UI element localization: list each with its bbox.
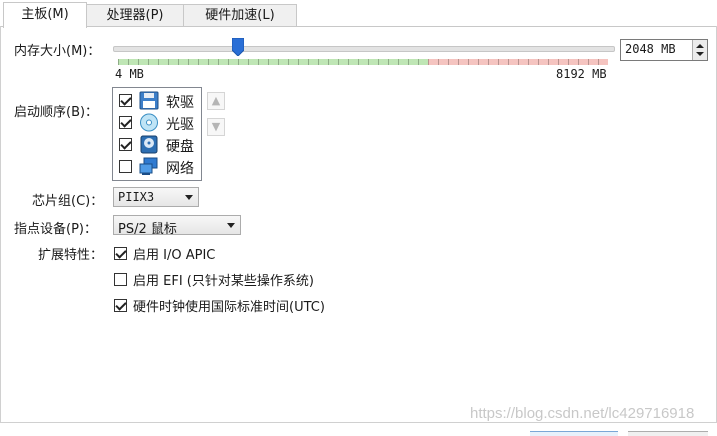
cancel-button[interactable] [628, 431, 708, 436]
ok-button[interactable] [530, 431, 618, 436]
move-down-button[interactable]: ▼ [207, 118, 225, 136]
pointing-device-select[interactable]: PS/2 鼠标 [113, 215, 241, 237]
memory-max-label: 8192 MB [556, 67, 607, 81]
arrow-down-icon: ▼ [211, 120, 221, 133]
floppy-icon [139, 91, 159, 110]
chipset-value: PIIX3 [118, 190, 155, 204]
memory-label: 内存大小(M)： [14, 44, 101, 59]
pointing-device-label: 指点设备(P)： [14, 222, 97, 237]
chipset-label: 芯片组(C)： [32, 194, 104, 209]
chipset-select[interactable]: PIIX3 [113, 187, 199, 207]
tab-acceleration[interactable]: 硬件加速(L) [183, 4, 297, 27]
spin-down-icon [696, 52, 704, 56]
pointing-device-value: PS/2 鼠标 [118, 222, 177, 237]
boot-hdd-checkbox[interactable] [119, 138, 132, 151]
network-icon [139, 157, 158, 175]
chevron-down-icon [227, 223, 235, 228]
option-io-apic[interactable]: 启用 I/O APIC [114, 244, 215, 263]
tab-motherboard[interactable]: 主板(M) [3, 2, 87, 28]
boot-floppy-label: 软驱 [166, 95, 194, 111]
extended-features-label: 扩展特性： [38, 248, 104, 263]
hard-disk-icon [140, 135, 158, 154]
boot-order-label: 启动顺序(B)： [14, 105, 99, 120]
memory-value: 2048 MB [625, 42, 676, 56]
tab-bar: 主板(M) 处理器(P) 硬件加速(L) [0, 0, 717, 28]
utc-clock-checkbox[interactable] [114, 299, 127, 312]
move-up-button[interactable]: ▲ [207, 92, 225, 110]
utc-clock-label: 硬件时钟使用国际标准时间(UTC) [133, 300, 325, 315]
memory-slider-thumb[interactable] [231, 38, 244, 56]
spin-up-icon [696, 44, 704, 48]
boot-network-label: 网络 [166, 161, 194, 177]
io-apic-label: 启用 I/O APIC [133, 248, 216, 263]
boot-network-checkbox[interactable] [119, 160, 132, 173]
option-utc-clock[interactable]: 硬件时钟使用国际标准时间(UTC) [114, 296, 325, 315]
option-efi[interactable]: 启用 EFI (只针对某些操作系统) [114, 270, 314, 289]
boot-optical-checkbox[interactable] [119, 116, 132, 129]
io-apic-checkbox[interactable] [114, 247, 127, 260]
tab-processor[interactable]: 处理器(P) [86, 4, 184, 27]
memory-min-label: 4 MB [115, 67, 144, 81]
memory-slider[interactable] [113, 46, 615, 52]
efi-label: 启用 EFI (只针对某些操作系统) [133, 274, 314, 289]
efi-checkbox[interactable] [114, 273, 127, 286]
boot-order-list: 软驱 光驱 硬盘 网络 [112, 87, 202, 181]
boot-hdd-label: 硬盘 [166, 139, 194, 155]
optical-disc-icon [140, 113, 158, 132]
memory-scale-ticks [118, 59, 608, 65]
memory-spinbox[interactable]: 2048 MB [620, 39, 708, 61]
boot-item-network[interactable]: 网络 [113, 156, 201, 177]
arrow-up-icon: ▲ [211, 94, 221, 107]
boot-floppy-checkbox[interactable] [119, 94, 132, 107]
settings-panel [0, 26, 717, 423]
boot-optical-label: 光驱 [166, 117, 194, 133]
boot-item-floppy[interactable]: 软驱 [113, 90, 201, 111]
boot-item-hdd[interactable]: 硬盘 [113, 134, 201, 155]
watermark: https://blog.csdn.net/lc429716918 [470, 405, 695, 422]
boot-item-optical[interactable]: 光驱 [113, 112, 201, 133]
chevron-down-icon [185, 195, 193, 200]
memory-spin-arrows[interactable] [692, 40, 707, 60]
